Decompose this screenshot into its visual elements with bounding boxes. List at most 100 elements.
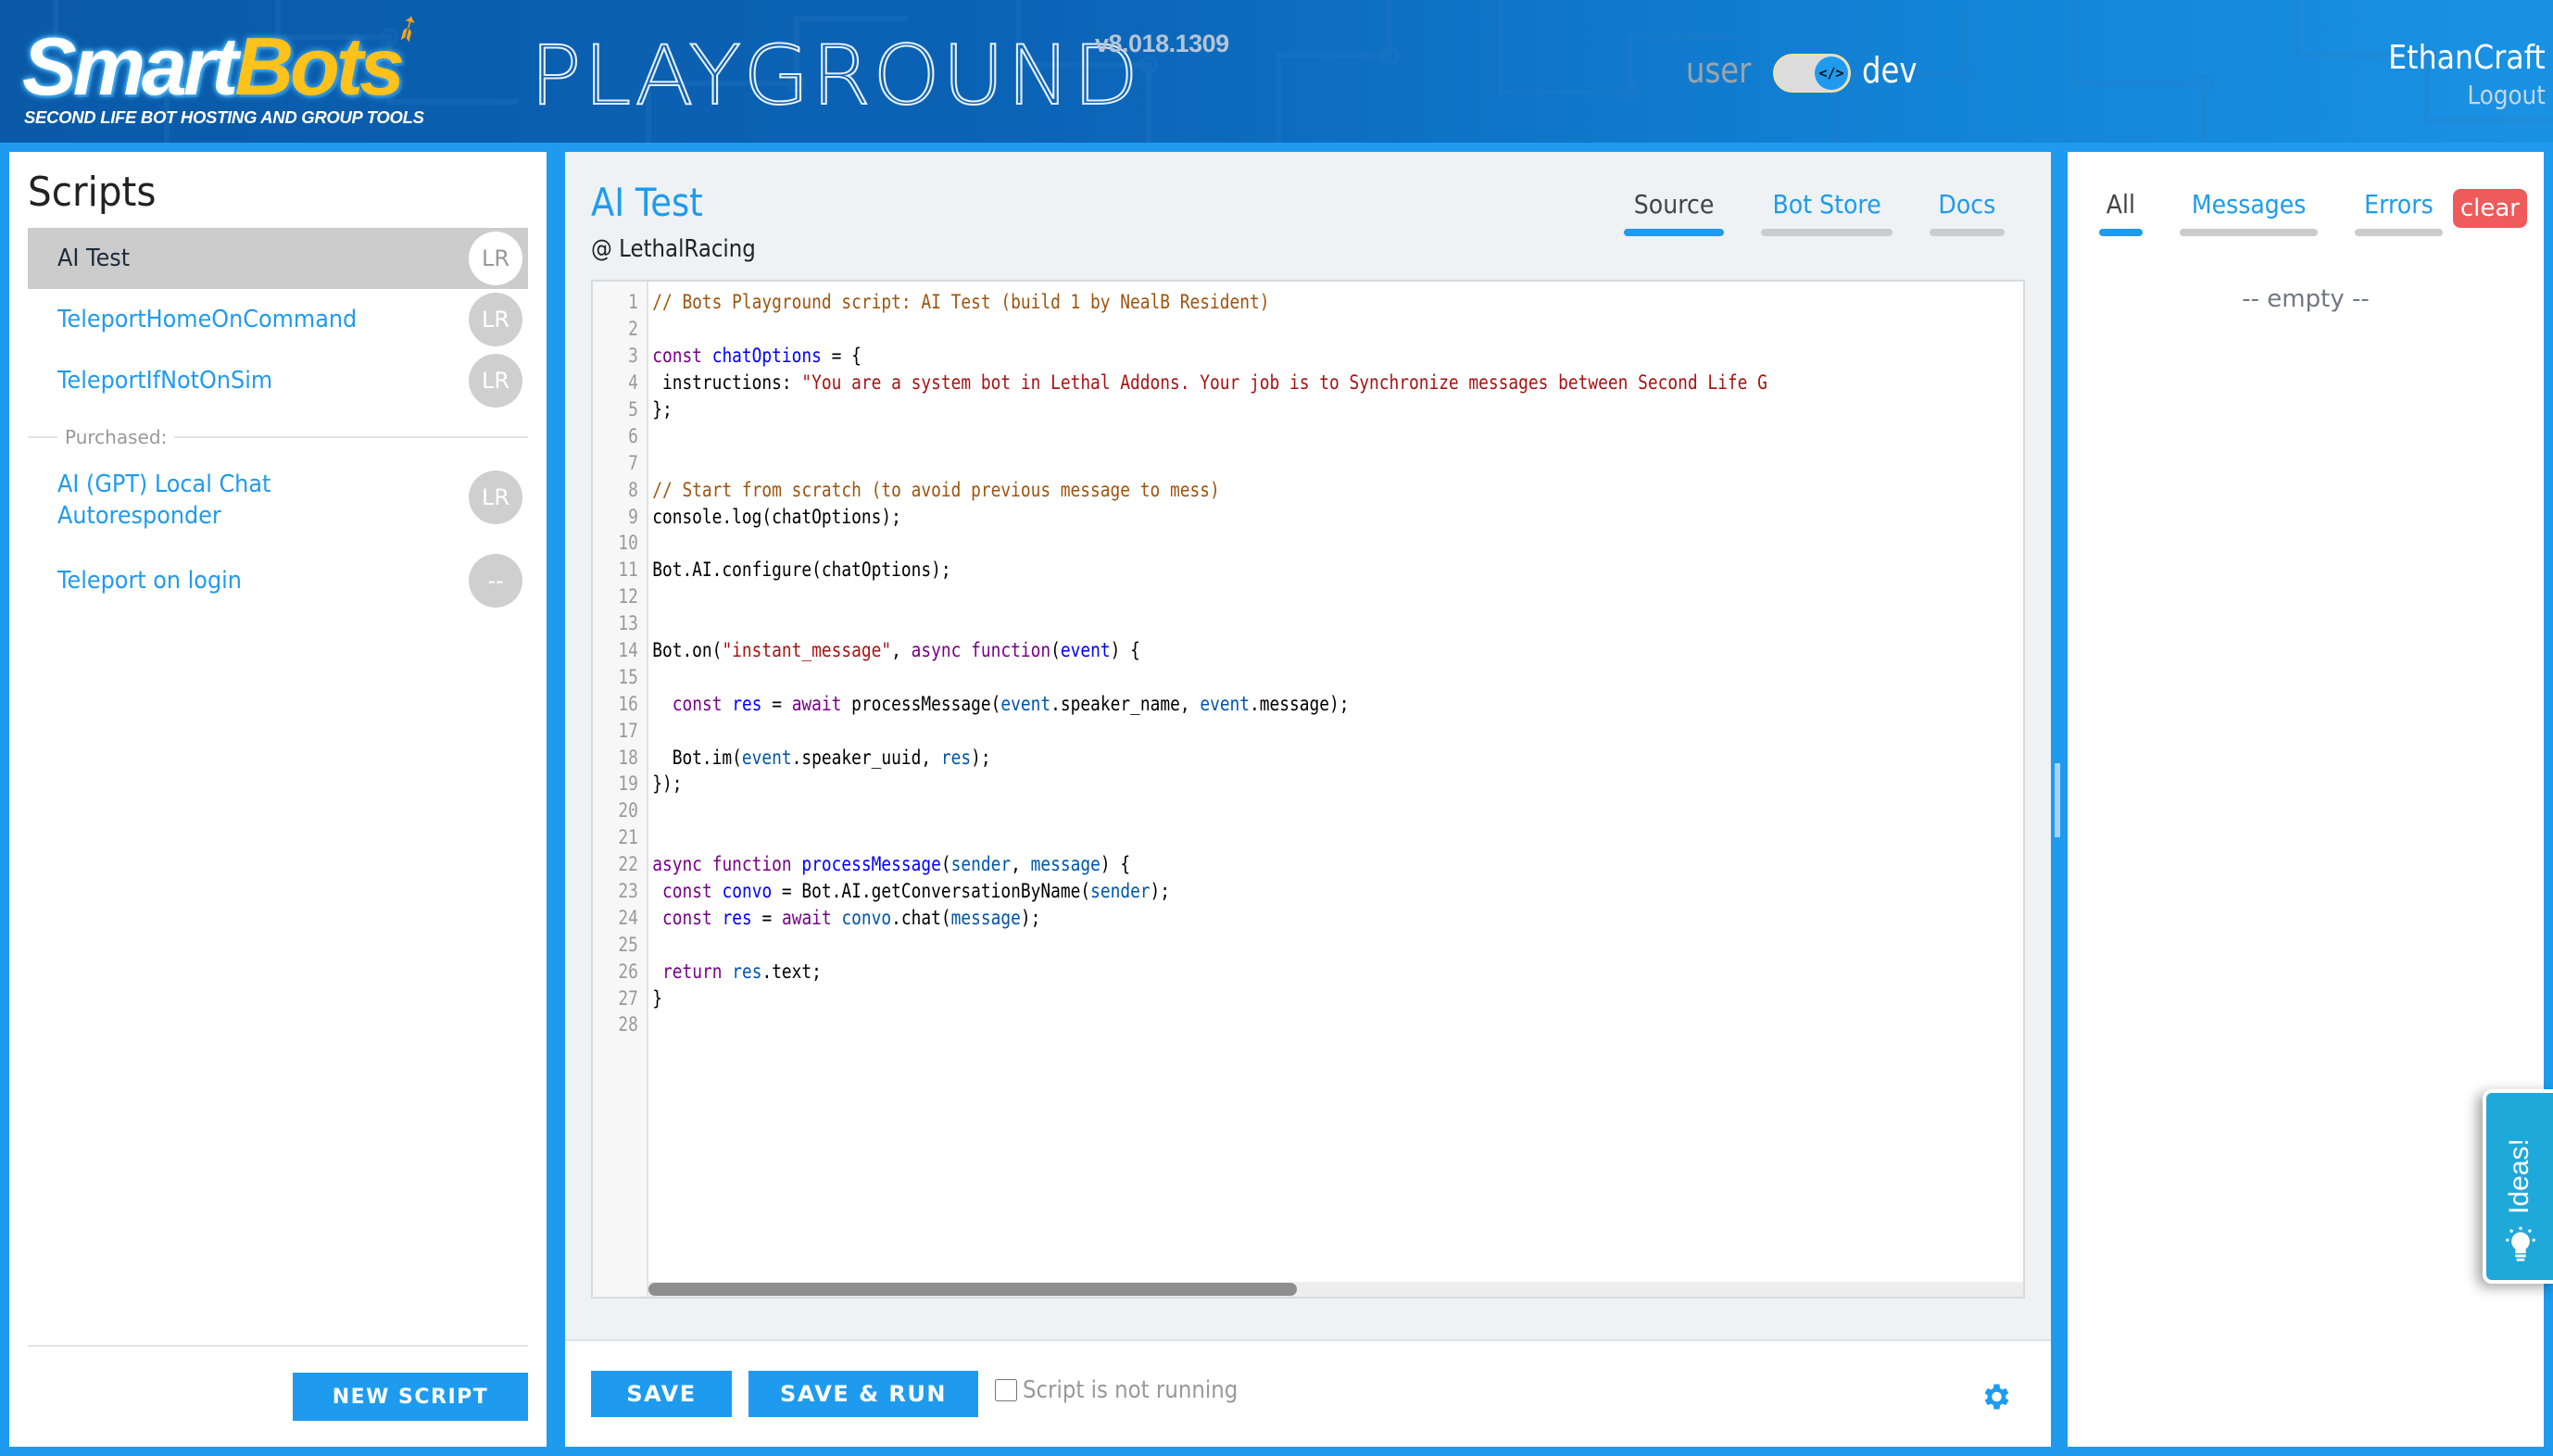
code-text: instructions: "You are a system bot in L… bbox=[652, 371, 1767, 395]
code-lines[interactable]: 1 // Bots Playground script: AI Test (bui… bbox=[593, 289, 2023, 1038]
tab-label: All bbox=[2106, 189, 2135, 220]
code-line[interactable]: 8 // Start from scratch (to avoid previou… bbox=[593, 476, 2023, 503]
run-status[interactable]: Script is not running bbox=[995, 1376, 1267, 1404]
log-panel: All Messages Errors clear -- empty -- bbox=[2068, 152, 2544, 1447]
code-line[interactable]: 9 console.log(chatOptions); bbox=[593, 503, 2023, 530]
script-item[interactable]: AI Test LR bbox=[28, 228, 528, 289]
line-number: 13 bbox=[618, 612, 638, 635]
line-number: 27 bbox=[618, 986, 638, 1010]
save-and-run-button[interactable]: SAVE & RUN bbox=[748, 1371, 978, 1417]
code-line[interactable]: 11 Bot.AI.configure(chatOptions); bbox=[593, 557, 2023, 584]
code-text: Bot.im(event.speaker_uuid, res); bbox=[652, 746, 991, 769]
line-number: 26 bbox=[618, 960, 638, 983]
editor-tabs: Source Bot Store Docs bbox=[1623, 189, 2005, 236]
tab-all[interactable]: All bbox=[2099, 189, 2143, 236]
tab-source[interactable]: Source bbox=[1623, 189, 1725, 236]
tab-bot-store[interactable]: Bot Store bbox=[1761, 189, 1893, 236]
code-line[interactable]: 28 bbox=[593, 1011, 2023, 1038]
code-line[interactable]: 17 bbox=[593, 717, 2023, 744]
tab-indicator bbox=[1761, 229, 1893, 236]
mode-dev-label: dev bbox=[1862, 50, 1918, 91]
panel-resize-handle[interactable] bbox=[2055, 763, 2060, 837]
code-line[interactable]: 21 bbox=[593, 824, 2023, 851]
tab-label: Source bbox=[1633, 189, 1715, 220]
code-line[interactable]: 10 bbox=[593, 530, 2023, 557]
version-label: v8.018.1309 bbox=[1095, 30, 1229, 57]
line-number: 18 bbox=[618, 746, 638, 769]
code-line[interactable]: 3 const chatOptions = { bbox=[593, 343, 2023, 370]
line-number: 28 bbox=[618, 1013, 638, 1036]
line-number: 25 bbox=[618, 933, 638, 956]
code-text: const res = await convo.chat(message); bbox=[661, 906, 1041, 929]
code-line[interactable]: 27} bbox=[593, 985, 2023, 1011]
script-list: AI Test LR TeleportHomeOnCommand LR Tele… bbox=[28, 228, 528, 611]
logout-link[interactable]: Logout bbox=[2468, 80, 2546, 110]
code-line[interactable]: 24 const res = await convo.chat(message)… bbox=[593, 904, 2023, 931]
new-script-button[interactable]: NEW SCRIPT bbox=[293, 1373, 528, 1421]
line-number: 20 bbox=[618, 799, 638, 822]
line-number: 23 bbox=[618, 880, 638, 903]
code-line[interactable]: 22 async function processMessage(sender, … bbox=[593, 851, 2023, 878]
purchased-script-item[interactable]: AI (GPT) Local Chat Autoresponder LR bbox=[28, 458, 528, 550]
username[interactable]: EthanCraft bbox=[2388, 39, 2546, 77]
app-header: ➶ SmartBots SECOND LIFE BOT HOSTING AND … bbox=[0, 0, 2553, 143]
code-editor[interactable]: 1 // Bots Playground script: AI Test (bui… bbox=[591, 280, 2025, 1299]
code-line[interactable]: 18 Bot.im(event.speaker_uuid, res); bbox=[593, 744, 2023, 771]
tab-docs[interactable]: Docs bbox=[1930, 189, 2005, 236]
tab-indicator bbox=[2355, 229, 2443, 236]
log-empty-state: -- empty -- bbox=[2242, 285, 2370, 313]
ideas-feedback-tab[interactable]: Ideas! bbox=[2483, 1089, 2553, 1284]
script-item-label: Teleport on login bbox=[57, 567, 242, 595]
script-item[interactable]: TeleportHomeOnCommand LR bbox=[28, 289, 528, 350]
purchased-script-item[interactable]: Teleport on login -- bbox=[28, 550, 528, 611]
log-tabs: All Messages Errors bbox=[2099, 189, 2443, 236]
code-line[interactable]: 23 const convo = Bot.AI.getConversationB… bbox=[593, 878, 2023, 905]
code-text: const chatOptions = { bbox=[652, 345, 861, 368]
tab-indicator bbox=[1930, 229, 2005, 236]
code-line[interactable]: 15 bbox=[593, 663, 2023, 690]
code-text: Bot.on("instant_message", async function… bbox=[652, 639, 1140, 662]
code-line[interactable]: 6 bbox=[593, 422, 2023, 449]
code-line[interactable]: 5}; bbox=[593, 396, 2023, 423]
logo-tagline: SECOND LIFE BOT HOSTING AND GROUP TOOLS bbox=[24, 107, 424, 127]
code-line[interactable]: 16 const res = await processMessage(even… bbox=[593, 690, 2023, 717]
code-line[interactable]: 20 bbox=[593, 797, 2023, 824]
ideas-label: Ideas! bbox=[2504, 1138, 2534, 1214]
code-line[interactable]: 12 bbox=[593, 584, 2023, 610]
line-number: 16 bbox=[618, 692, 638, 715]
tab-label: Docs bbox=[1938, 189, 1996, 220]
code-line[interactable]: 2 bbox=[593, 316, 2023, 343]
mode-toggle[interactable]: </> bbox=[1773, 54, 1851, 93]
code-line[interactable]: 19}); bbox=[593, 771, 2023, 797]
line-number: 12 bbox=[618, 585, 638, 609]
code-line[interactable]: 4 instructions: "You are a system bot in… bbox=[593, 370, 2023, 396]
line-number: 17 bbox=[618, 719, 638, 742]
scrollbar-thumb[interactable] bbox=[648, 1283, 1297, 1296]
line-number: 5 bbox=[628, 398, 638, 420]
line-number: 2 bbox=[628, 318, 638, 341]
code-line[interactable]: 25 bbox=[593, 931, 2023, 958]
owner-avatar: -- bbox=[469, 554, 522, 608]
gear-icon[interactable] bbox=[1979, 1380, 2012, 1413]
clear-log-button[interactable]: clear bbox=[2452, 189, 2527, 228]
code-line[interactable]: 1 // Bots Playground script: AI Test (bui… bbox=[593, 289, 2023, 316]
logo-wordmark: SmartBots bbox=[22, 20, 405, 112]
script-item-label: AI (GPT) Local Chat Autoresponder bbox=[57, 471, 271, 530]
horizontal-scrollbar[interactable] bbox=[648, 1282, 2023, 1297]
script-title: AI Test bbox=[591, 180, 703, 225]
running-checkbox[interactable] bbox=[995, 1379, 1017, 1401]
save-button[interactable]: SAVE bbox=[591, 1371, 732, 1417]
tab-errors[interactable]: Errors bbox=[2355, 189, 2443, 236]
code-line[interactable]: 26 return res.text; bbox=[593, 958, 2023, 985]
lightbulb-icon bbox=[2506, 1226, 2535, 1261]
script-item[interactable]: TeleportIfNotOnSim LR bbox=[28, 350, 528, 411]
code-line[interactable]: 14 Bot.on("instant_message", async functi… bbox=[593, 637, 2023, 664]
code-line[interactable]: 13 bbox=[593, 610, 2023, 637]
code-text: } bbox=[652, 986, 662, 1010]
purchased-label: Purchased: bbox=[65, 426, 168, 448]
code-line[interactable]: 7 bbox=[593, 449, 2023, 476]
tab-messages[interactable]: Messages bbox=[2179, 189, 2319, 236]
owner-avatar: LR bbox=[469, 354, 522, 408]
smartbots-logo[interactable]: ➶ SmartBots SECOND LIFE BOT HOSTING AND … bbox=[22, 3, 431, 130]
owner-avatar: LR bbox=[469, 293, 522, 346]
